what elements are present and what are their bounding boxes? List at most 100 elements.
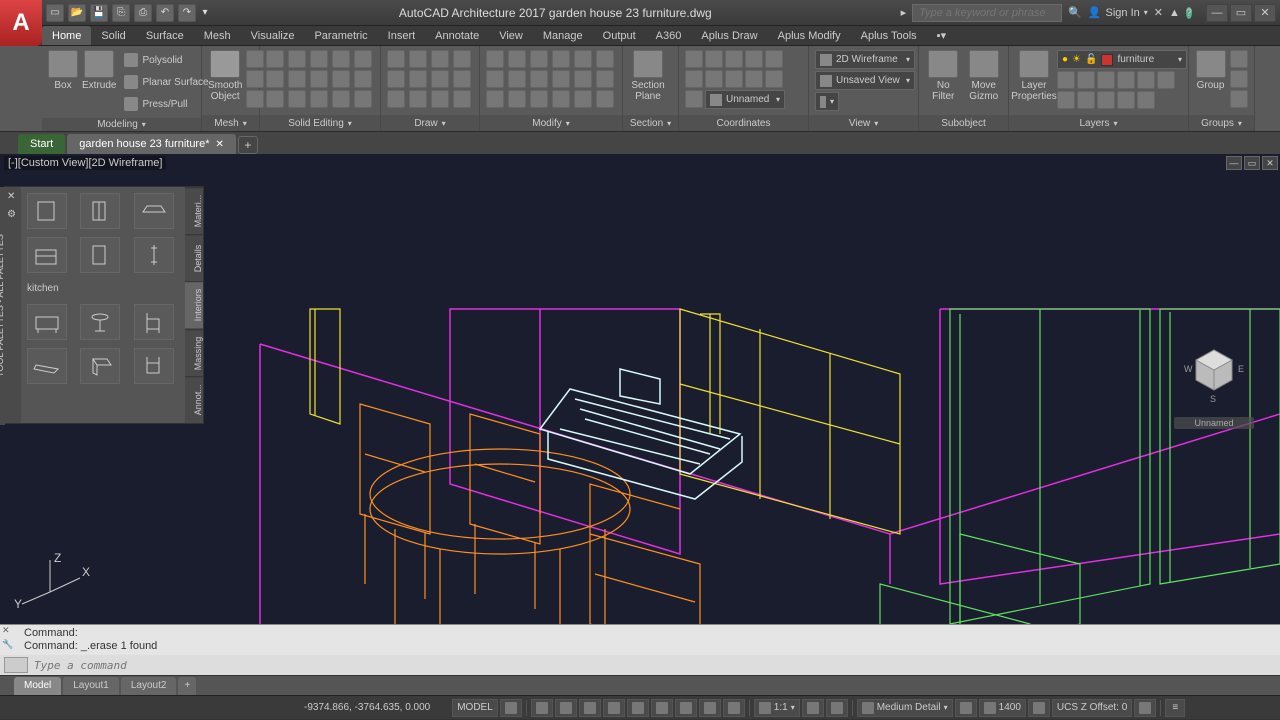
tab-a360[interactable]: A360 [646,26,692,45]
layer-dropdown[interactable]: ● ☀ 🔓 furniture▾ [1057,50,1187,69]
coord-tool-icon[interactable] [745,70,763,88]
solid-tool-icon[interactable] [266,90,284,108]
polar-toggle[interactable] [579,699,601,717]
otrack-toggle[interactable] [675,699,697,717]
layer-snap-toggle[interactable] [1134,699,1156,717]
solid-tool-icon[interactable] [354,50,372,68]
modify-tool-icon[interactable] [552,70,570,88]
3dosnap-toggle[interactable] [651,699,673,717]
draw-tool-icon[interactable] [409,70,427,88]
search-input[interactable] [912,4,1062,22]
polysolid-button[interactable]: Polysolid [120,50,212,70]
snap-toggle[interactable] [531,699,553,717]
palette-tab[interactable]: Details [185,234,203,281]
planar-surface-button[interactable]: Planar Surface [120,72,212,92]
coord-tool-icon[interactable] [725,50,743,68]
extrude-button[interactable]: Extrude [82,50,116,91]
solid-tool-icon[interactable] [310,50,328,68]
minimize-button[interactable]: — [1206,4,1228,22]
layer-tool-icon[interactable] [1057,71,1075,89]
panel-label-view[interactable]: View▾ [809,115,918,131]
tab-visualize[interactable]: Visualize [241,26,305,45]
add-layout-button[interactable]: + [178,677,196,695]
tab-annotate[interactable]: Annotate [425,26,489,45]
app-menu-button[interactable]: A [0,0,42,46]
ucs-offset-button[interactable]: UCS Z Offset: 0 [1052,699,1132,717]
tool-palette[interactable]: TOOL PALETTES - ALL PALETTES ✕ ⚙ kitchen… [4,186,204,424]
draw-tool-icon[interactable] [431,50,449,68]
modify-tool-icon[interactable] [530,90,548,108]
panel-label-layers[interactable]: Layers▾ [1009,115,1188,131]
modify-tool-icon[interactable] [552,90,570,108]
palette-close-icon[interactable]: ✕ [7,191,19,203]
group-tool-icon[interactable] [1230,50,1248,68]
visual-style-dropdown[interactable]: 2D Wireframe▾ [815,50,915,69]
tab-surface[interactable]: Surface [136,26,194,45]
close-button[interactable]: ✕ [1254,4,1276,22]
draw-tool-icon[interactable] [431,90,449,108]
ortho-toggle[interactable] [555,699,577,717]
ucs-dropdown[interactable]: Unnamed▾ [705,90,785,109]
grid-toggle[interactable] [500,699,522,717]
cmd-close-icon[interactable]: ✕ [2,625,16,637]
model-space-button[interactable]: MODEL [452,699,498,717]
modify-tool-icon[interactable] [596,70,614,88]
tab-parametric[interactable]: Parametric [304,26,377,45]
modify-tool-icon[interactable] [596,50,614,68]
panel-label-section[interactable]: Section▾ [623,115,678,131]
no-filter-button[interactable]: No Filter [925,50,962,102]
panel-label-modeling[interactable]: Modeling▾ [42,118,201,131]
help-icon[interactable]: ? [1186,7,1192,19]
dynucs-toggle[interactable] [699,699,721,717]
palette-item[interactable] [27,348,67,384]
panel-label-mesh[interactable]: Mesh▾ [202,115,259,131]
modify-tool-icon[interactable] [486,90,504,108]
group-tool-icon[interactable] [1230,90,1248,108]
modify-tool-icon[interactable] [530,50,548,68]
coord-tool-icon[interactable] [705,70,723,88]
anno-vis-toggle[interactable] [826,699,848,717]
palette-item[interactable] [134,237,174,273]
smooth-object-button[interactable]: Smooth Object [208,50,242,102]
command-input[interactable] [34,659,1276,672]
solid-tool-icon[interactable] [266,50,284,68]
ucs-icon[interactable]: Z X Y [10,552,90,612]
presspull-button[interactable]: Press/Pull [120,94,212,114]
layer-tool-icon[interactable] [1077,71,1095,89]
solid-tool-icon[interactable] [266,70,284,88]
palette-item[interactable] [80,304,120,340]
replace-z-toggle[interactable] [1028,699,1050,717]
solid-tool-icon[interactable] [310,70,328,88]
solid-tool-icon[interactable] [288,70,306,88]
modify-tool-icon[interactable] [574,70,592,88]
palette-tab[interactable]: Annot... [185,376,203,423]
palette-item[interactable] [80,348,120,384]
coord-tool-icon[interactable] [685,50,703,68]
palette-item[interactable] [27,237,67,273]
group-tool-icon[interactable] [1230,70,1248,88]
modify-tool-icon[interactable] [508,70,526,88]
palette-item[interactable] [27,193,67,229]
tab-aplus-draw[interactable]: Aplus Draw [691,26,767,45]
tab-output[interactable]: Output [593,26,646,45]
modify-tool-icon[interactable] [596,90,614,108]
draw-tool-icon[interactable] [387,50,405,68]
palette-item[interactable] [134,348,174,384]
close-tab-icon[interactable]: ✕ [216,139,224,150]
draw-tool-icon[interactable] [453,90,471,108]
customize-status-button[interactable]: ≡ [1165,699,1185,717]
modify-tool-icon[interactable] [508,50,526,68]
modify-tool-icon[interactable] [552,50,570,68]
palette-props-icon[interactable]: ⚙ [7,209,19,221]
qat-undo-icon[interactable]: ↶ [156,4,174,22]
palette-tab[interactable]: Materi... [185,187,203,234]
draw-tool-icon[interactable] [387,90,405,108]
layer-tool-icon[interactable] [1077,91,1095,109]
tab-overflow-icon[interactable]: ▪▾ [927,26,956,45]
elevation-button[interactable]: 1400 [979,699,1026,717]
layout-tab[interactable]: Layout1 [63,677,119,695]
panel-label-solid-editing[interactable]: Solid Editing▾ [260,115,380,131]
qat-open-icon[interactable]: 📂 [68,4,86,22]
qat-redo-icon[interactable]: ↷ [178,4,196,22]
modify-tool-icon[interactable] [530,70,548,88]
